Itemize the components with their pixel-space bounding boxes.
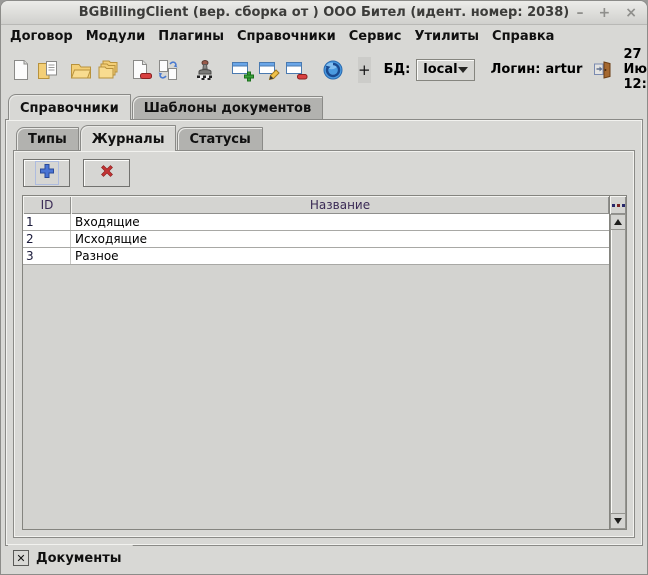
main-tab-bar: Справочники Шаблоны документов	[5, 94, 643, 119]
maximize-icon[interactable]: +	[599, 6, 611, 20]
scroll-up-button[interactable]	[610, 214, 626, 230]
open-document-icon[interactable]	[36, 58, 60, 82]
scroll-down-button[interactable]	[610, 513, 626, 529]
table-body: 1 Входящие 2 Исходящие 3 Разное	[23, 214, 609, 529]
bottom-tab-label: Документы	[36, 551, 122, 566]
menu-bar: Договор Модули Плагины Справочники Серви…	[1, 25, 647, 47]
sub-tab-bar: Типы Журналы Статусы	[13, 125, 635, 150]
remove-document-icon[interactable]	[129, 58, 153, 82]
list-action-bar	[20, 156, 628, 195]
workspace: Справочники Шаблоны документов Типы Журн…	[1, 92, 647, 546]
documents-pane: Справочники Шаблоны документов Типы Журн…	[5, 94, 643, 546]
title-bar[interactable]: BGBillingClient (вер. сборка от ) ООО Би…	[1, 1, 647, 25]
add-button[interactable]	[23, 159, 70, 187]
menu-utility[interactable]: Утилиты	[414, 29, 479, 44]
scroll-up-icon	[614, 215, 622, 225]
minimize-icon[interactable]: –	[577, 6, 584, 20]
main-tab-content: Типы Журналы Статусы	[5, 119, 643, 546]
toolbar: + БД: local Логин: artur 27 Июнь 12:21	[1, 47, 647, 92]
reload-documents-icon[interactable]	[156, 58, 180, 82]
datetime-label: 27 Июнь 12:21	[623, 47, 648, 92]
login-label: Логин:	[491, 62, 541, 77]
column-header-name[interactable]: Название	[71, 196, 609, 214]
app-window: BGBillingClient (вер. сборка от ) ООО Би…	[0, 0, 648, 575]
edit-window-icon[interactable]	[257, 58, 281, 82]
cell-name: Входящие	[71, 214, 609, 230]
vertical-scrollbar[interactable]	[609, 196, 626, 529]
db-selected-value: local	[423, 62, 457, 77]
bottom-tab-bar: ✕ Документы	[1, 546, 647, 571]
cell-id: 1	[23, 214, 71, 230]
folder-icon[interactable]	[69, 58, 93, 82]
tab-shablony-dokumentov[interactable]: Шаблоны документов	[132, 96, 323, 119]
journals-table: ID Название 1 Входящие 2 Исходя	[22, 195, 627, 530]
add-tab-button[interactable]: +	[358, 57, 371, 83]
cross-icon	[99, 163, 115, 183]
plus-icon	[39, 163, 55, 183]
folders-icon[interactable]	[96, 58, 120, 82]
new-window-icon[interactable]	[230, 58, 254, 82]
menu-plaginy[interactable]: Плагины	[158, 29, 224, 44]
menu-spravochniki[interactable]: Справочники	[237, 29, 336, 44]
table-main: ID Название 1 Входящие 2 Исходя	[23, 196, 609, 529]
close-icon[interactable]: ×	[625, 6, 637, 20]
db-select[interactable]: local	[416, 59, 474, 81]
tab-spravochniki[interactable]: Справочники	[8, 94, 131, 120]
new-document-icon[interactable]	[9, 58, 33, 82]
table-settings-dots-icon	[612, 204, 615, 207]
db-label: БД:	[384, 62, 411, 77]
tab-tipy[interactable]: Типы	[16, 127, 79, 150]
logout-door-icon[interactable]	[592, 59, 613, 80]
tab-statusy[interactable]: Статусы	[177, 127, 262, 150]
stamp-icon[interactable]	[193, 58, 217, 82]
delete-button[interactable]	[83, 159, 130, 187]
focus-ring	[35, 161, 59, 185]
tab-zhurnaly[interactable]: Журналы	[80, 125, 177, 151]
chevron-down-icon	[458, 67, 468, 78]
table-row[interactable]: 1 Входящие	[23, 214, 609, 231]
table-settings-button[interactable]	[610, 196, 626, 214]
table-header: ID Название	[23, 196, 609, 214]
menu-moduli[interactable]: Модули	[86, 29, 145, 44]
refresh-icon[interactable]	[321, 58, 345, 82]
menu-dogovor[interactable]: Договор	[10, 29, 73, 44]
cell-id: 3	[23, 248, 71, 264]
cell-name: Разное	[71, 248, 609, 264]
window-controls: – + ×	[577, 1, 637, 24]
menu-spravka[interactable]: Справка	[492, 29, 554, 44]
bottom-strip	[1, 571, 647, 574]
scrollbar-thumb[interactable]	[610, 230, 626, 513]
close-tab-button[interactable]: ✕	[13, 550, 29, 566]
sub-tab-content: ID Название 1 Входящие 2 Исходя	[13, 150, 635, 538]
window-title: BGBillingClient (вер. сборка от ) ООО Би…	[1, 5, 647, 20]
column-header-id[interactable]: ID	[23, 196, 71, 214]
remove-window-icon[interactable]	[284, 58, 308, 82]
scroll-down-icon	[614, 518, 622, 528]
menu-servis[interactable]: Сервис	[349, 29, 402, 44]
table-row[interactable]: 3 Разное	[23, 248, 609, 265]
table-row[interactable]: 2 Исходящие	[23, 231, 609, 248]
close-icon: ✕	[16, 552, 25, 565]
login-value: artur	[545, 62, 582, 77]
tab-dokumenty[interactable]: ✕ Документы	[8, 545, 142, 571]
cell-id: 2	[23, 231, 71, 247]
cell-name: Исходящие	[71, 231, 609, 247]
